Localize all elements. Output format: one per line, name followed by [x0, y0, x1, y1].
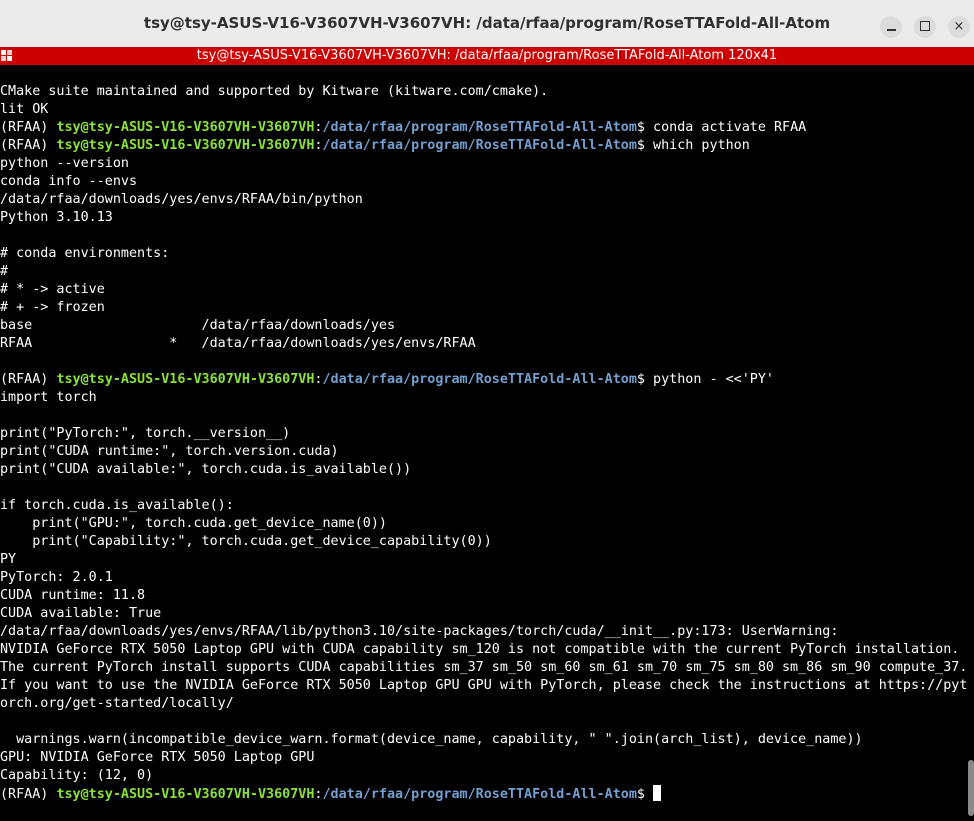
close-button[interactable]: × — [948, 16, 970, 38]
prompt-dollar: $ — [636, 787, 654, 802]
prompt-user: tsy@tsy-ASUS-V16-V3607VH-V3607VH — [56, 372, 315, 387]
output-line: python --version — [0, 156, 129, 171]
output-line: print("CUDA runtime:", torch.version.cud… — [0, 444, 339, 459]
maximize-button[interactable] — [914, 16, 936, 38]
prompt-env: (RFAA) — [0, 787, 57, 802]
window-title: tsy@tsy-ASUS-V16-V3607VH-V3607VH: /data/… — [143, 14, 831, 32]
title-bar[interactable]: tsy@tsy-ASUS-V16-V3607VH-V3607VH: /data/… — [0, 0, 974, 48]
output-line: import torch — [0, 390, 97, 405]
output-line: The current PyTorch install supports CUD… — [0, 660, 968, 675]
output-line: print("Capability:", torch.cuda.get_devi… — [0, 534, 492, 549]
output-line: # * -> active — [0, 282, 105, 297]
command-text: which python — [653, 138, 750, 153]
prompt-env: (RFAA) — [0, 120, 57, 135]
prompt-path: /data/rfaa/program/RoseTTAFold-All-Atom — [322, 138, 637, 153]
output-line: # conda environments: — [0, 246, 170, 261]
command-text: python - <<'PY' — [653, 372, 774, 387]
prompt-path: /data/rfaa/program/RoseTTAFold-All-Atom — [322, 787, 637, 802]
output-line: lit OK — [0, 102, 49, 117]
output-line: If you want to use the NVIDIA GeForce RT… — [0, 678, 968, 693]
minimize-button[interactable] — [880, 16, 902, 38]
output-line: RFAA * /data/rfaa/downloads/yes/envs/RFA… — [0, 336, 476, 351]
output-line: warnings.warn(incompatible_device_warn.f… — [0, 732, 863, 747]
prompt-dollar: $ — [636, 372, 654, 387]
prompt-env: (RFAA) — [0, 372, 57, 387]
command-text: conda activate RFAA — [653, 120, 807, 135]
prompt-user: tsy@tsy-ASUS-V16-V3607VH-V3607VH — [56, 120, 315, 135]
output-line: if torch.cuda.is_available(): — [0, 498, 234, 513]
output-line: NVIDIA GeForce RTX 5050 Laptop GPU with … — [0, 642, 960, 657]
terminal-window: tsy@tsy-ASUS-V16-V3607VH-V3607VH: /data/… — [0, 0, 974, 821]
output-line: PyTorch: 2.0.1 — [0, 570, 113, 585]
scrollbar-thumb[interactable] — [968, 760, 974, 816]
text-cursor — [653, 785, 662, 801]
close-icon: × — [953, 19, 965, 34]
output-line: /data/rfaa/downloads/yes/envs/RFAA/lib/p… — [0, 624, 839, 639]
output-line: # — [0, 264, 9, 279]
output-line: Python 3.10.13 — [0, 210, 113, 225]
session-status-bar: tsy@tsy-ASUS-V16-V3607VH-V3607VH: /data/… — [0, 47, 974, 65]
status-bar-text: tsy@tsy-ASUS-V16-V3607VH-V3607VH: /data/… — [196, 48, 778, 63]
output-line: GPU: NVIDIA GeForce RTX 5050 Laptop GPU — [0, 750, 315, 765]
output-line: CMake suite maintained and supported by … — [0, 84, 549, 99]
output-line: # + -> frozen — [0, 300, 105, 315]
terminal-output[interactable]: CMake suite maintained and supported by … — [0, 83, 974, 821]
prompt-user: tsy@tsy-ASUS-V16-V3607VH-V3607VH — [56, 787, 315, 802]
output-line: CUDA runtime: 11.8 — [0, 588, 146, 603]
prompt-dollar: $ — [636, 138, 654, 153]
prompt-user: tsy@tsy-ASUS-V16-V3607VH-V3607VH — [56, 138, 315, 153]
prompt-line: (RFAA) tsy@tsy-ASUS-V16-V3607VH-V3607VH:… — [0, 137, 974, 155]
output-line: base /data/rfaa/downloads/yes — [0, 318, 396, 333]
output-line: orch.org/get-started/locally/ — [0, 696, 234, 711]
maximize-icon — [920, 21, 930, 31]
output-line: CUDA available: True — [0, 606, 162, 621]
output-line: print("CUDA available:", torch.cuda.is_a… — [0, 462, 412, 477]
output-line: print("GPU:", torch.cuda.get_device_name… — [0, 516, 387, 531]
output-line: PY — [0, 552, 17, 567]
prompt-dollar: $ — [636, 120, 654, 135]
output-line: /data/rfaa/downloads/yes/envs/RFAA/bin/p… — [0, 192, 363, 207]
output-line: conda info --envs — [0, 174, 138, 189]
output-line: print("PyTorch:", torch.__version__) — [0, 426, 291, 441]
prompt-line: (RFAA) tsy@tsy-ASUS-V16-V3607VH-V3607VH:… — [0, 119, 974, 137]
output-line: Capability: (12, 0) — [0, 768, 154, 783]
prompt-path: /data/rfaa/program/RoseTTAFold-All-Atom — [322, 372, 637, 387]
active-prompt-line[interactable]: (RFAA) tsy@tsy-ASUS-V16-V3607VH-V3607VH:… — [0, 785, 974, 803]
minimize-icon — [886, 29, 896, 31]
prompt-env: (RFAA) — [0, 138, 57, 153]
prompt-path: /data/rfaa/program/RoseTTAFold-All-Atom — [322, 120, 637, 135]
prompt-line: (RFAA) tsy@tsy-ASUS-V16-V3607VH-V3607VH:… — [0, 371, 974, 389]
